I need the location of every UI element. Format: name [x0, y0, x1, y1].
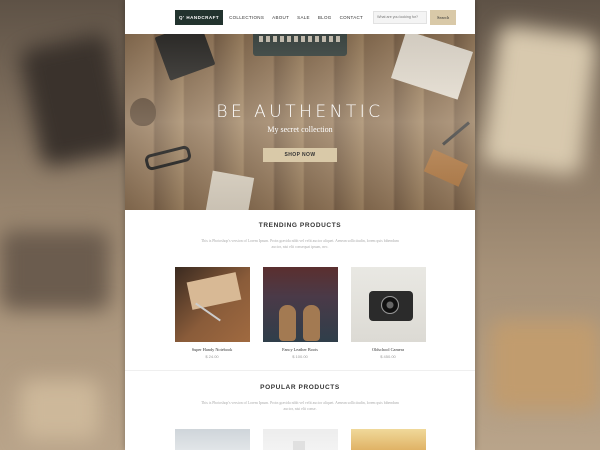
page: Q' HANDCRAFT COLLECTIONS ABOUT SALE BLOG…: [125, 0, 475, 450]
site-logo[interactable]: Q' HANDCRAFT: [175, 9, 224, 25]
trending-title: TRENDING PRODUCTS: [258, 222, 342, 229]
search-input[interactable]: [373, 10, 428, 24]
hero-subtitle: My secret collection: [267, 125, 333, 134]
product-card[interactable]: [350, 429, 426, 450]
product-card[interactable]: [174, 429, 250, 450]
trending-description: This is Photoshop's version of Lorem Ips…: [201, 239, 399, 249]
product-card[interactable]: [262, 429, 338, 450]
product-card[interactable]: Oldschool Camera $ 450.00: [350, 267, 426, 359]
popular-description: This is Photoshop's version of Lorem Ips…: [201, 401, 399, 411]
hero-banner: BE AUTHENTIC My secret collection SHOP N…: [125, 34, 475, 210]
site-header: Q' HANDCRAFT COLLECTIONS ABOUT SALE BLOG…: [125, 0, 475, 34]
product-price: $ 100.00: [292, 354, 308, 359]
product-image[interactable]: [262, 429, 338, 450]
camera-product-image[interactable]: [350, 267, 426, 342]
product-image[interactable]: [350, 429, 426, 450]
boots-product-image[interactable]: [262, 267, 338, 342]
nav-blog[interactable]: BLOG: [318, 15, 332, 20]
product-name[interactable]: Super Handy Notebook: [175, 347, 250, 352]
nav-collections[interactable]: COLLECTIONS: [229, 15, 264, 20]
product-price: $ 24.00: [205, 354, 219, 359]
product-name[interactable]: Oldschool Camera: [351, 347, 426, 352]
hero-title: BE AUTHENTIC: [216, 102, 384, 122]
nav-contact[interactable]: CONTACT: [340, 15, 364, 20]
shop-now-button[interactable]: SHOP NOW: [263, 148, 337, 162]
popular-products: [125, 429, 475, 450]
nav-sale[interactable]: SALE: [297, 15, 310, 20]
product-card[interactable]: Fancy Leather Boots $ 100.00: [262, 267, 338, 359]
product-price: $ 450.00: [380, 354, 396, 359]
popular-section: POPULAR PRODUCTS This is Photoshop's ver…: [125, 371, 475, 450]
notebook-product-image[interactable]: [174, 267, 250, 342]
product-image[interactable]: [174, 429, 250, 450]
product-card[interactable]: Super Handy Notebook $ 24.00: [174, 267, 250, 359]
main-nav: COLLECTIONS ABOUT SALE BLOG CONTACT: [229, 15, 363, 20]
nav-about[interactable]: ABOUT: [272, 15, 289, 20]
popular-title: POPULAR PRODUCTS: [260, 384, 340, 391]
trending-products: Super Handy Notebook $ 24.00 Fancy Leath…: [125, 267, 475, 359]
trending-section: TRENDING PRODUCTS This is Photoshop's ve…: [125, 210, 475, 370]
search-button[interactable]: Search: [430, 9, 457, 25]
product-name[interactable]: Fancy Leather Boots: [263, 347, 338, 352]
